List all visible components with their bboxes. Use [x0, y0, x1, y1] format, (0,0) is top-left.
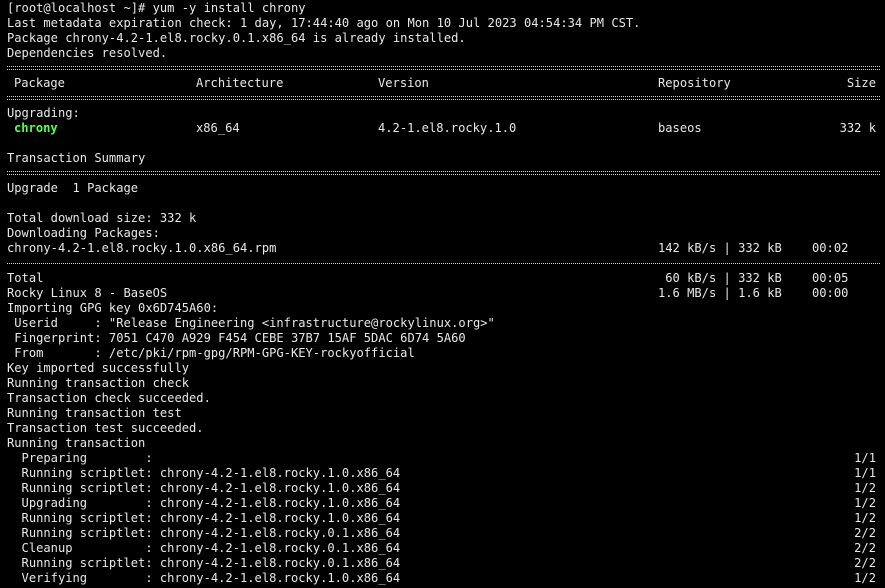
step-row: Running scriptlet: chrony-4.2-1.el8.rock… [0, 556, 885, 571]
section-label: Upgrading: [0, 106, 885, 121]
step-text: Running scriptlet: chrony-4.2-1.el8.rock… [7, 481, 401, 495]
step-text: Running scriptlet: chrony-4.2-1.el8.rock… [7, 556, 401, 570]
step-text: Running scriptlet: chrony-4.2-1.el8.rock… [7, 526, 401, 540]
step-count: 1/2 [854, 481, 876, 495]
header-repository: Repository [658, 76, 731, 90]
installed-line: Package chrony-4.2-1.el8.rocky.0.1.x86_6… [7, 31, 466, 45]
step-count: 1/2 [854, 511, 876, 525]
gpg-line: Transaction check succeeded. [7, 391, 211, 405]
total-download: Total download size: 332 k [7, 211, 197, 225]
step-count: 1/1 [854, 451, 876, 465]
row-repo: baseos [658, 121, 702, 135]
step-count: 2/2 [854, 556, 876, 570]
table-rule-header [0, 91, 885, 106]
row-size: 332 k [839, 121, 876, 135]
output-line: From : /etc/pki/rpm-gpg/RPM-GPG-KEY-rock… [0, 346, 885, 361]
step-row: Running scriptlet: chrony-4.2-1.el8.rock… [0, 481, 885, 496]
table-row: chrony x86_64 4.2-1.el8.rocky.1.0 baseos… [0, 121, 885, 136]
step-row: Running scriptlet: chrony-4.2-1.el8.rock… [0, 526, 885, 541]
step-text: Upgrading : chrony-4.2-1.el8.rocky.1.0.x… [7, 496, 401, 510]
header-architecture: Architecture [196, 76, 284, 90]
summary-line: Upgrade 1 Package [0, 181, 885, 196]
summary-upgrade: Upgrade 1 Package [7, 181, 139, 195]
gpg-line: Running transaction check [7, 376, 190, 390]
transaction-steps: Preparing : 1/1 Running scriptlet: chrony… [0, 451, 885, 586]
gpg-line: From : /etc/pki/rpm-gpg/RPM-GPG-KEY-rock… [7, 346, 415, 360]
output-line: Last metadata expiration check: 1 day, 1… [0, 16, 885, 31]
output-line: Dependencies resolved. [0, 46, 885, 61]
gpg-line: Fingerprint: 7051 C470 A929 F454 CEBE 37… [7, 331, 466, 345]
step-text: Verifying : chrony-4.2-1.el8.rocky.1.0.x… [7, 571, 401, 585]
output-line: Running transaction check [0, 376, 885, 391]
download-file-name: chrony-4.2-1.el8.rocky.1.0.x86_64.rpm [7, 241, 277, 255]
output-line: Running transaction test [0, 406, 885, 421]
step-row: Preparing : 1/1 [0, 451, 885, 466]
prompt-command: [root@localhost ~]# yum -y install chron… [7, 1, 306, 15]
table-rule-top [0, 61, 885, 76]
total-label: Total [7, 271, 44, 285]
output-line: Fingerprint: 7051 C470 A929 F454 CEBE 37… [0, 331, 885, 346]
step-row: Verifying : chrony-4.2-1.el8.rocky.1.0.x… [0, 571, 885, 586]
gpg-output: Importing GPG key 0x6D745A60: Userid : "… [0, 301, 885, 451]
output-line: Total download size: 332 k [0, 211, 885, 226]
output-line: Package chrony-4.2-1.el8.rocky.0.1.x86_6… [0, 31, 885, 46]
step-text: Running scriptlet: chrony-4.2-1.el8.rock… [7, 511, 401, 525]
total-speed: 60 kB/s | 332 kB [658, 271, 782, 285]
gpg-line: Running transaction test [7, 406, 182, 420]
step-count: 2/2 [854, 526, 876, 540]
output-line: Transaction test succeeded. [0, 421, 885, 436]
step-row: Upgrading : chrony-4.2-1.el8.rocky.1.0.x… [0, 496, 885, 511]
summary-rule [0, 166, 885, 181]
command-line: [root@localhost ~]# yum -y install chron… [0, 1, 885, 16]
summary-title: Transaction Summary [7, 151, 146, 165]
row-package: chrony [14, 121, 58, 135]
download-time: 00:02 [812, 241, 849, 255]
output-line: Transaction check succeeded. [0, 391, 885, 406]
step-count: 2/2 [854, 541, 876, 555]
row-arch: x86_64 [196, 121, 240, 135]
step-row: Running scriptlet: chrony-4.2-1.el8.rock… [0, 466, 885, 481]
terminal-window[interactable]: [root@localhost ~]# yum -y install chron… [0, 0, 885, 588]
output-line: Userid : "Release Engineering <infrastru… [0, 316, 885, 331]
section-upgrading: Upgrading: [7, 106, 80, 120]
gpg-line: Importing GPG key 0x6D745A60: [7, 301, 219, 315]
total-row: Total 60 kB/s | 332 kB 00:05 [0, 271, 885, 286]
total-time: 00:05 [812, 271, 849, 285]
step-row: Running scriptlet: chrony-4.2-1.el8.rock… [0, 511, 885, 526]
repo-label: Rocky Linux 8 - BaseOS [7, 286, 168, 300]
table-header-row: Package Architecture Version Repository … [0, 76, 885, 91]
repo-speed: 1.6 MB/s | 1.6 kB [658, 286, 782, 300]
downloading-label: Downloading Packages: [7, 226, 160, 240]
step-count: 1/1 [854, 466, 876, 480]
step-row: Cleanup : chrony-4.2-1.el8.rocky.0.1.x86… [0, 541, 885, 556]
output-line: Key imported successfully [0, 361, 885, 376]
step-count: 1/2 [854, 571, 876, 585]
repo-time: 00:00 [812, 286, 849, 300]
download-speed: 142 kB/s | 332 kB [658, 241, 782, 255]
output-line: Importing GPG key 0x6D745A60: [0, 301, 885, 316]
header-version: Version [378, 76, 429, 90]
gpg-line: Userid : "Release Engineering <infrastru… [7, 316, 495, 330]
gpg-line: Running transaction [7, 436, 146, 450]
output-line: Running transaction [0, 436, 885, 451]
gpg-line: Key imported successfully [7, 361, 190, 375]
repo-row: Rocky Linux 8 - BaseOS 1.6 MB/s | 1.6 kB… [0, 286, 885, 301]
row-version: 4.2-1.el8.rocky.1.0 [378, 121, 517, 135]
header-package: Package [14, 76, 65, 90]
metadata-line: Last metadata expiration check: 1 day, 1… [7, 16, 641, 30]
step-text: Running scriptlet: chrony-4.2-1.el8.rock… [7, 466, 401, 480]
download-row: chrony-4.2-1.el8.rocky.1.0.x86_64.rpm 14… [0, 241, 885, 256]
header-size: Size [846, 76, 876, 90]
step-text: Cleanup : chrony-4.2-1.el8.rocky.0.1.x86… [7, 541, 401, 555]
deps-line: Dependencies resolved. [7, 46, 168, 60]
step-text: Preparing : [7, 451, 153, 465]
summary-title-line: Transaction Summary [0, 151, 885, 166]
step-count: 1/2 [854, 496, 876, 510]
gpg-line: Transaction test succeeded. [7, 421, 204, 435]
output-line: Downloading Packages: [0, 226, 885, 241]
total-rule [0, 256, 885, 271]
